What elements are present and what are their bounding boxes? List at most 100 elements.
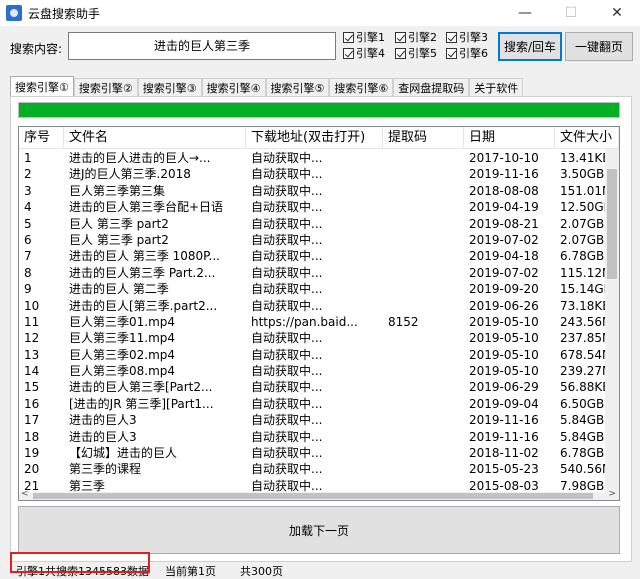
tab-about[interactable]: 关于软件 (469, 78, 524, 96)
tab-extract-code[interactable]: 查网盘提取码 (393, 78, 470, 96)
table-cell: 进击的巨人 第二季 (69, 282, 169, 297)
search-input[interactable]: 进击的巨人第三季 (68, 32, 336, 60)
table-row[interactable]: 12 巨人第三季11.mp4 自动获取中... 2019-05-10 237.85M (19, 330, 612, 346)
table-cell: 自动获取中... (251, 232, 323, 247)
checkbox-icon[interactable] (343, 31, 354, 43)
column-header[interactable]: 文件名 (64, 127, 246, 149)
status-page-count: 共300页 (240, 565, 283, 578)
engine-label: 引擎4 (356, 47, 385, 60)
table-body: 1 进击的巨人进击的巨人→... 自动获取中... 2017-10-10 13.41KB… (19, 150, 612, 494)
table-cell (383, 330, 464, 346)
flip-page-button[interactable]: 一键翻页 (565, 32, 633, 61)
table-cell: 进击的巨人第三季[Part2... (69, 380, 213, 395)
table-cell: 2019-08-21 (469, 216, 539, 231)
table-cell: 自动获取中... (251, 282, 323, 297)
engine-checkbox-1[interactable]: 引擎1 (343, 30, 385, 44)
checkbox-icon[interactable] (446, 31, 457, 43)
load-next-page-button[interactable]: 加载下一页 (18, 506, 620, 554)
table-cell: 自动获取中... (251, 151, 323, 165)
table-row[interactable]: 18 进击的巨人3 自动获取中... 2019-11-16 5.84GB (19, 429, 609, 445)
tab-engine-5[interactable]: 搜索引擎⑤ (265, 78, 330, 96)
engine-checkbox-4[interactable]: 引擎4 (343, 46, 385, 60)
table-cell: 2019-06-29 (469, 380, 539, 395)
table-row[interactable]: 19 【幻城】进击的巨人 自动获取中... 2018-11-02 6.78GB (19, 445, 609, 461)
table-cell: 进击的巨人[第三季.part2... (69, 298, 218, 313)
engine-label: 引擎6 (459, 47, 488, 60)
scroll-right-icon[interactable]: > (608, 489, 616, 499)
table-row[interactable]: 10 进击的巨人[第三季.part2... 自动获取中... 2019-06-26 73… (19, 298, 610, 314)
table-cell: 自动获取中... (251, 364, 323, 379)
table-row[interactable]: 6 巨人 第三季 part2 自动获取中... 2019-07-02 2.07GB (19, 232, 609, 248)
table-row[interactable]: 1 进击的巨人进击的巨人→... 自动获取中... 2017-10-10 13.41KB (19, 150, 610, 166)
close-button[interactable]: ✕ (594, 0, 640, 26)
table-cell (383, 150, 464, 166)
table-cell: 11 (24, 314, 40, 329)
scroll-thumb[interactable] (607, 169, 617, 279)
table-row[interactable]: 9 进击的巨人 第二季 自动获取中... 2019-09-20 15.14GB (19, 281, 612, 297)
tab-engine-4[interactable]: 搜索引擎④ (201, 78, 266, 96)
search-button[interactable]: 搜索/回车 (498, 32, 562, 61)
table-row[interactable]: 14 巨人第三季08.mp4 自动获取中... 2019-05-10 239.27M (19, 363, 612, 379)
minimize-button[interactable]: — (502, 0, 548, 26)
table-cell (383, 396, 464, 412)
search-label: 搜索内容: (10, 42, 63, 56)
table-cell (383, 429, 464, 445)
column-header[interactable]: 序号 (19, 127, 64, 149)
table-cell: 2019-11-16 (469, 429, 539, 444)
engine-checkboxes: 引擎1 引擎2 引擎3 引擎4 引擎5 引擎6 (343, 30, 495, 60)
status-current-page: 当前第1页 (165, 565, 216, 578)
tab-engine-3[interactable]: 搜索引擎③ (137, 78, 202, 96)
engine-checkbox-6[interactable]: 引擎6 (446, 46, 488, 60)
table-row[interactable]: 13 巨人第三季02.mp4 自动获取中... 2019-05-10 678.54M (19, 347, 612, 363)
table-cell: 9 (24, 282, 32, 297)
progress-fill (19, 103, 619, 117)
table-cell (383, 166, 464, 182)
column-header[interactable]: 下载地址(双击打开) (246, 127, 383, 149)
table-row[interactable]: 17 进击的巨人3 自动获取中... 2019-11-16 5.84GB (19, 412, 609, 428)
table-row[interactable]: 20 第三季的课程 自动获取中... 2015-05-23 540.56M (19, 461, 612, 477)
table-cell: 第三季的课程 (69, 462, 142, 477)
scroll-left-icon[interactable]: < (21, 489, 29, 499)
column-header[interactable]: 提取码 (383, 127, 464, 149)
table-row[interactable]: 7 进击的巨人 第三季 1080P... 自动获取中... 2019-04-18 6.7… (19, 248, 609, 264)
scroll-thumb[interactable] (33, 493, 593, 499)
table-row[interactable]: 15 进击的巨人第三季[Part2... 自动获取中... 2019-06-29 56.… (19, 379, 610, 395)
tab-engine-1[interactable]: 搜索引擎① (10, 76, 74, 96)
horizontal-scrollbar[interactable]: < > (19, 489, 619, 500)
table-row[interactable]: 3 巨人第三季第三集 自动获取中... 2018-08-08 151.01M (19, 183, 612, 199)
table-cell: 2019-04-18 (469, 249, 539, 264)
checkbox-icon[interactable] (343, 47, 354, 59)
tab-engine-2[interactable]: 搜索引擎② (73, 78, 138, 96)
engine-checkbox-3[interactable]: 引擎3 (446, 30, 488, 44)
table-cell: 自动获取中... (251, 347, 323, 362)
checkbox-icon[interactable] (446, 47, 457, 59)
engine-label: 引擎5 (408, 47, 437, 60)
vertical-scrollbar[interactable] (605, 149, 619, 494)
checkbox-icon[interactable] (395, 31, 406, 43)
column-header[interactable]: 日期 (464, 127, 555, 149)
table-cell: 【幻城】进击的巨人 (69, 446, 178, 461)
results-table[interactable]: 序号 文件名 下载地址(双击打开) 提取码 日期 文件大小 1 进击的巨人进击的巨… (18, 126, 620, 501)
table-cell: 2019-09-04 (469, 396, 539, 411)
table-row[interactable]: 4 进击的巨人第三季台配+日语 自动获取中... 2019-04-19 12.50GB (19, 199, 612, 215)
column-header[interactable]: 文件大小 (555, 127, 619, 149)
table-cell: 2019-09-20 (469, 282, 539, 297)
checkbox-icon[interactable] (395, 47, 406, 59)
progress-bar (18, 102, 620, 118)
table-cell: 18 (24, 429, 40, 444)
table-cell: https://pan.baid... (251, 314, 358, 329)
table-cell: 2019-11-16 (469, 167, 539, 182)
engine-checkbox-2[interactable]: 引擎2 (395, 30, 437, 44)
table-row[interactable]: 5 巨人 第三季 part2 自动获取中... 2019-08-21 2.07GB (19, 216, 609, 232)
table-row[interactable]: 11 巨人第三季01.mp4 https://pan.baid... 8152 2019… (19, 314, 612, 330)
table-cell (383, 232, 464, 248)
maximize-button[interactable]: ☐ (548, 0, 594, 26)
tab-engine-6[interactable]: 搜索引擎⑥ (329, 78, 394, 96)
table-cell: 巨人 第三季 part2 (69, 232, 169, 247)
table-row[interactable]: 8 进击的巨人第三季 Part.2... 自动获取中... 2019-07-02 115… (19, 265, 612, 281)
table-cell: 8 (24, 265, 32, 280)
table-row[interactable]: 2 进J的巨人第三季.2018 自动获取中... 2019-11-16 3.50GB (19, 166, 609, 182)
engine-checkbox-5[interactable]: 引擎5 (395, 46, 437, 60)
table-row[interactable]: 16 [进击的JR 第三季][Part1... 自动获取中... 2019-09-04… (19, 396, 609, 412)
table-cell (383, 265, 464, 281)
